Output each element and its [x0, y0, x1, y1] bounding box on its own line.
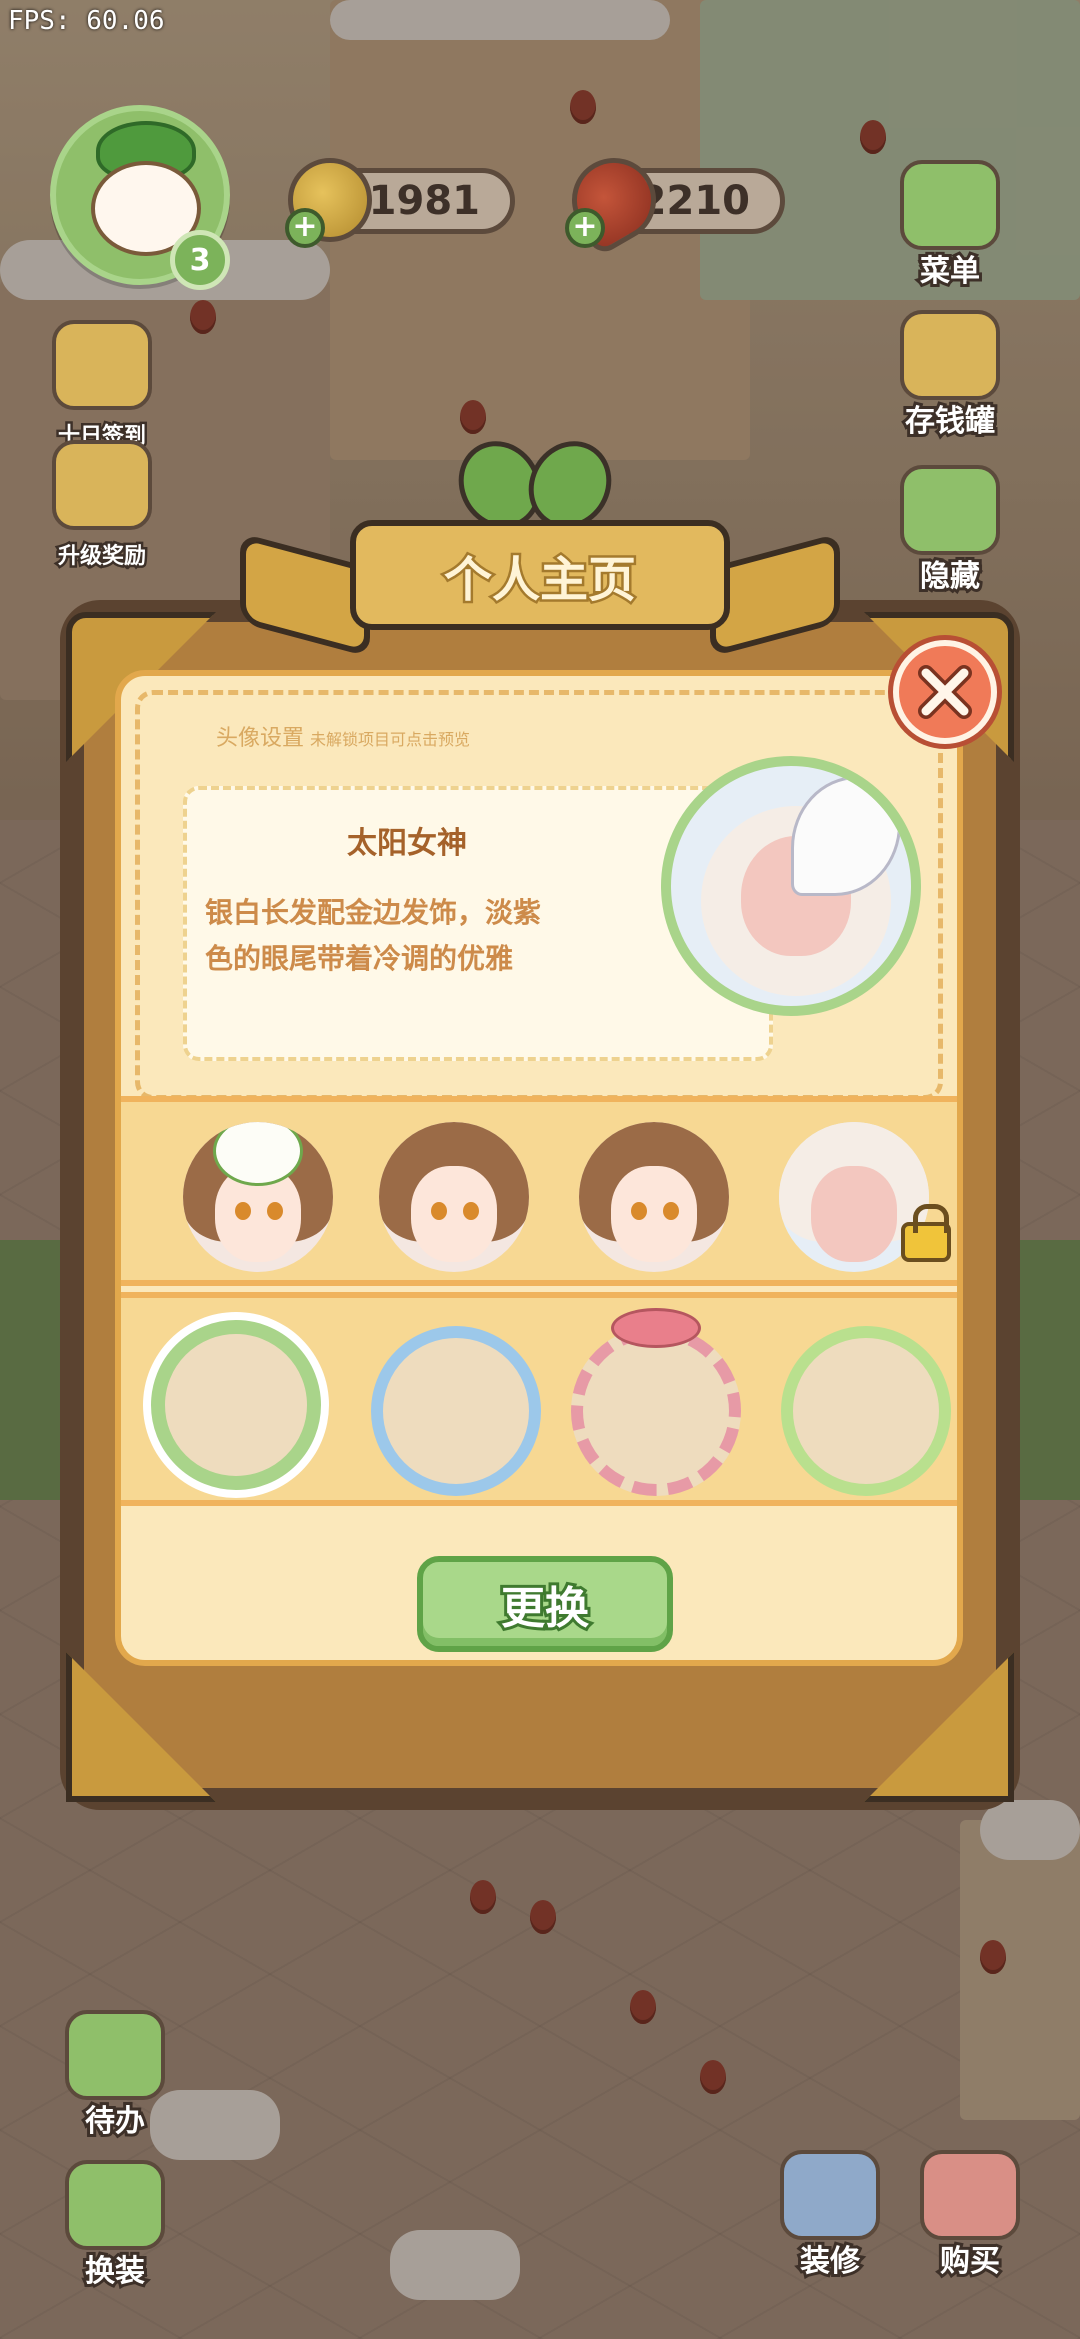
level-reward-icon: [52, 440, 152, 530]
avatar-description: 银白长发配金边发饰，淡紫 色的眼尾带着冷调的优雅: [205, 896, 542, 975]
selected-avatar-preview: [661, 756, 921, 1016]
add-coins-icon[interactable]: +: [285, 208, 325, 248]
shop-icon: [920, 2150, 1020, 2240]
avatar-name: 太阳女神: [347, 826, 467, 861]
lock-icon: [901, 1204, 951, 1262]
todo-button[interactable]: 待办: [55, 2010, 175, 2142]
level-badge: 3: [170, 230, 230, 290]
change-avatar-button[interactable]: 更换: [417, 1556, 673, 1652]
todo-board-icon: [65, 2010, 165, 2100]
close-button[interactable]: [893, 640, 997, 744]
dressup-icon: [65, 2160, 165, 2250]
dialog-title: 个人主页: [441, 550, 638, 611]
gift-calendar-icon: [52, 320, 152, 410]
add-food-icon[interactable]: +: [565, 208, 605, 248]
frame-option[interactable]: [571, 1326, 741, 1496]
avatar-list: [121, 1096, 957, 1286]
menu-icon: [900, 160, 1000, 250]
piggy-bank-icon: [900, 310, 1000, 400]
avatar-option[interactable]: [379, 1122, 529, 1272]
dialog-title-banner: 个人主页: [240, 520, 840, 658]
level-reward-button[interactable]: 升级奖励: [42, 440, 162, 572]
daily-checkin-button[interactable]: 十日签到: [42, 320, 162, 452]
menu-button[interactable]: 菜单: [890, 160, 1010, 292]
avatar-settings-card: 头像设置 未解锁项目可点击预览 太阳女神 银白长发配金边发饰，淡紫 色的眼尾带着冷…: [115, 670, 963, 1666]
section-label: 头像设置 未解锁项目可点击预览: [216, 726, 471, 751]
avatar-option[interactable]: [183, 1122, 333, 1272]
frame-option-selected[interactable]: [151, 1320, 321, 1490]
piggy-bank-button[interactable]: 存钱罐: [890, 310, 1010, 442]
avatar-option[interactable]: [579, 1122, 729, 1272]
decorate-icon: [780, 2150, 880, 2240]
frame-list: [121, 1292, 957, 1506]
decorate-button[interactable]: 装修: [770, 2150, 890, 2282]
dressup-button[interactable]: 换装: [55, 2160, 175, 2292]
bow-icon: [611, 1308, 701, 1348]
shop-button[interactable]: 购买: [910, 2150, 1030, 2282]
frame-option[interactable]: [371, 1326, 541, 1496]
hide-icon: [900, 465, 1000, 555]
fps-counter: FPS: 60.06: [8, 6, 165, 36]
close-icon: [918, 665, 972, 719]
frame-option[interactable]: [781, 1326, 951, 1496]
hide-ui-button[interactable]: 隐藏: [890, 465, 1010, 597]
section-hint: 未解锁项目可点击预览: [310, 730, 471, 749]
